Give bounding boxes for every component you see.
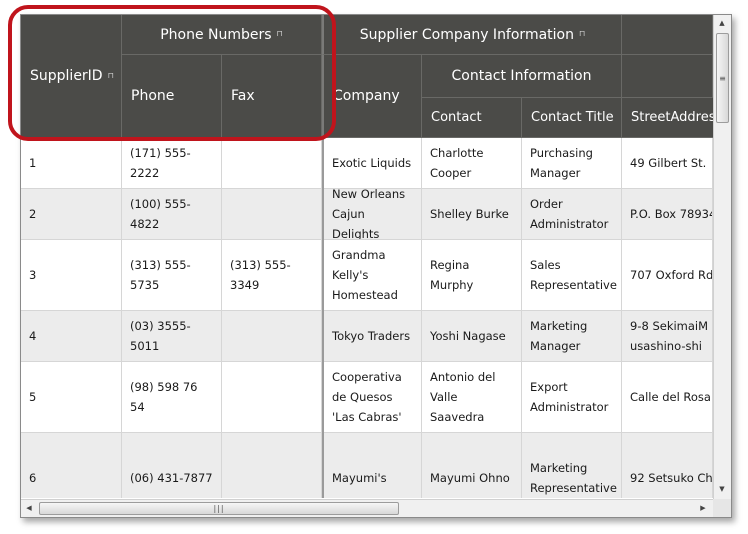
header-supplier-id[interactable]: SupplierID ⊓: [21, 15, 122, 138]
cell-contact-title[interactable]: Export Administrator: [522, 362, 622, 433]
cell-company[interactable]: Cooperativa de Quesos 'Las Cabras': [324, 362, 422, 433]
cell-street-address[interactable]: 49 Gilbert St.: [622, 138, 713, 189]
cell-fax[interactable]: [222, 311, 322, 362]
grip-icon: |||: [213, 504, 225, 513]
table-row[interactable]: 6 (06) 431-7877 Mayumi's Mayumi Ohno Mar…: [21, 433, 713, 498]
cell-phone[interactable]: (03) 3555-5011: [122, 311, 222, 362]
pin-icon[interactable]: ⊓: [579, 29, 585, 38]
scroll-right-icon[interactable]: ▶: [695, 500, 711, 516]
cell-contact-title[interactable]: Sales Representative: [522, 240, 622, 311]
cell-contact-title[interactable]: Purchasing Manager: [522, 138, 622, 189]
header-group-supplier-company-information[interactable]: Supplier Company Information ⊓: [322, 15, 622, 55]
grid-body: 1 (171) 555-2222 Exotic Liquids Charlott…: [21, 138, 713, 498]
vertical-scroll-thumb[interactable]: ≡: [716, 33, 729, 123]
header-phone-numbers-label: Phone Numbers: [160, 26, 272, 43]
cell-phone[interactable]: (06) 431-7877: [122, 433, 222, 498]
table-row[interactable]: 4 (03) 3555-5011 Tokyo Traders Yoshi Nag…: [21, 311, 713, 362]
pin-icon[interactable]: ⊓: [277, 29, 283, 38]
table-row[interactable]: 3 (313) 555-5735 (313) 555-3349 Grandma …: [21, 240, 713, 311]
cell-company[interactable]: Mayumi's: [324, 433, 422, 498]
cell-contact[interactable]: Antonio del Valle Saavedra: [422, 362, 522, 433]
cell-street-address[interactable]: 9-8 SekimaiMusashino-shi: [622, 311, 713, 362]
column-header-area: SupplierID ⊓ Phone Numbers ⊓ Phone Fax S…: [21, 15, 713, 138]
cell-supplier-id[interactable]: 1: [21, 138, 122, 189]
cell-phone[interactable]: (100) 555-4822: [122, 189, 222, 240]
cell-fax[interactable]: [222, 189, 322, 240]
cell-company[interactable]: Exotic Liquids: [324, 138, 422, 189]
header-fax-label: Fax: [231, 88, 255, 104]
cell-company[interactable]: Tokyo Traders: [324, 311, 422, 362]
cell-contact[interactable]: Shelley Burke: [422, 189, 522, 240]
scroll-left-icon[interactable]: ◀: [21, 500, 37, 516]
cell-supplier-id[interactable]: 6: [21, 433, 122, 498]
table-row[interactable]: 1 (171) 555-2222 Exotic Liquids Charlott…: [21, 138, 713, 189]
cell-contact-title[interactable]: Marketing Manager: [522, 311, 622, 362]
header-contact-information-label: Contact Information: [451, 68, 592, 84]
table-row[interactable]: 2 (100) 555-4822 New Orleans Cajun Delig…: [21, 189, 713, 240]
cell-fax[interactable]: (313) 555-3349: [222, 240, 322, 311]
cell-contact-title[interactable]: Order Administrator: [522, 189, 622, 240]
cell-street-address[interactable]: P.O. Box 78934: [622, 189, 713, 240]
cell-contact[interactable]: Charlotte Cooper: [422, 138, 522, 189]
grid-window: SupplierID ⊓ Phone Numbers ⊓ Phone Fax S…: [20, 14, 732, 518]
cell-phone[interactable]: (171) 555-2222: [122, 138, 222, 189]
vertical-scrollbar[interactable]: ▲ ≡ ▼: [713, 15, 731, 499]
header-group-extra: [622, 15, 713, 55]
header-phone[interactable]: Phone: [122, 55, 222, 138]
horizontal-scroll-thumb[interactable]: |||: [39, 502, 399, 515]
pin-icon[interactable]: ⊓: [108, 71, 114, 80]
cell-street-address[interactable]: 707 Oxford Rd.: [622, 240, 713, 311]
header-supplier-id-label: SupplierID: [30, 68, 103, 84]
cell-street-address[interactable]: Calle del Rosal 4: [622, 362, 713, 433]
scrollbar-corner: [713, 499, 731, 517]
header-contact-title-label: Contact Title: [531, 110, 614, 125]
cell-supplier-id[interactable]: 2: [21, 189, 122, 240]
header-company[interactable]: Company: [322, 55, 422, 138]
header-contact-label: Contact: [431, 110, 482, 125]
header-phone-label: Phone: [131, 88, 175, 104]
header-contact[interactable]: Contact: [422, 98, 522, 138]
cell-supplier-id[interactable]: 4: [21, 311, 122, 362]
cell-company[interactable]: New Orleans Cajun Delights: [324, 189, 422, 240]
header-street-address-label: StreetAddress: [631, 110, 713, 125]
header-company-label: Company: [333, 88, 400, 104]
grip-icon: ≡: [719, 73, 726, 83]
header-group-contact-information[interactable]: Contact Information: [422, 55, 622, 98]
cell-contact-title[interactable]: Marketing Representative: [522, 433, 622, 498]
cell-phone[interactable]: (98) 598 76 54: [122, 362, 222, 433]
table-row[interactable]: 5 (98) 598 76 54 Cooperativa de Quesos '…: [21, 362, 713, 433]
cell-company[interactable]: Grandma Kelly's Homestead: [324, 240, 422, 311]
cell-fax[interactable]: [222, 433, 322, 498]
horizontal-scrollbar[interactable]: ◀ ||| ▶: [21, 499, 713, 517]
header-fax[interactable]: Fax: [222, 55, 322, 138]
cell-supplier-id[interactable]: 3: [21, 240, 122, 311]
header-group-extra-2: [622, 55, 713, 98]
header-contact-title[interactable]: Contact Title: [522, 98, 622, 138]
frozen-column-divider[interactable]: [322, 138, 324, 498]
scroll-down-icon[interactable]: ▼: [714, 481, 730, 497]
cell-contact[interactable]: Yoshi Nagase: [422, 311, 522, 362]
cell-contact[interactable]: Mayumi Ohno: [422, 433, 522, 498]
header-street-address[interactable]: StreetAddress: [622, 98, 713, 138]
cell-phone[interactable]: (313) 555-5735: [122, 240, 222, 311]
header-group-phone-numbers[interactable]: Phone Numbers ⊓: [122, 15, 322, 55]
cell-supplier-id[interactable]: 5: [21, 362, 122, 433]
cell-contact[interactable]: Regina Murphy: [422, 240, 522, 311]
header-supplier-company-information-label: Supplier Company Information: [359, 26, 574, 43]
cell-fax[interactable]: [222, 138, 322, 189]
scroll-up-icon[interactable]: ▲: [714, 15, 730, 31]
cell-street-address[interactable]: 92 Setsuko Chuo-ku: [622, 433, 713, 498]
cell-fax[interactable]: [222, 362, 322, 433]
